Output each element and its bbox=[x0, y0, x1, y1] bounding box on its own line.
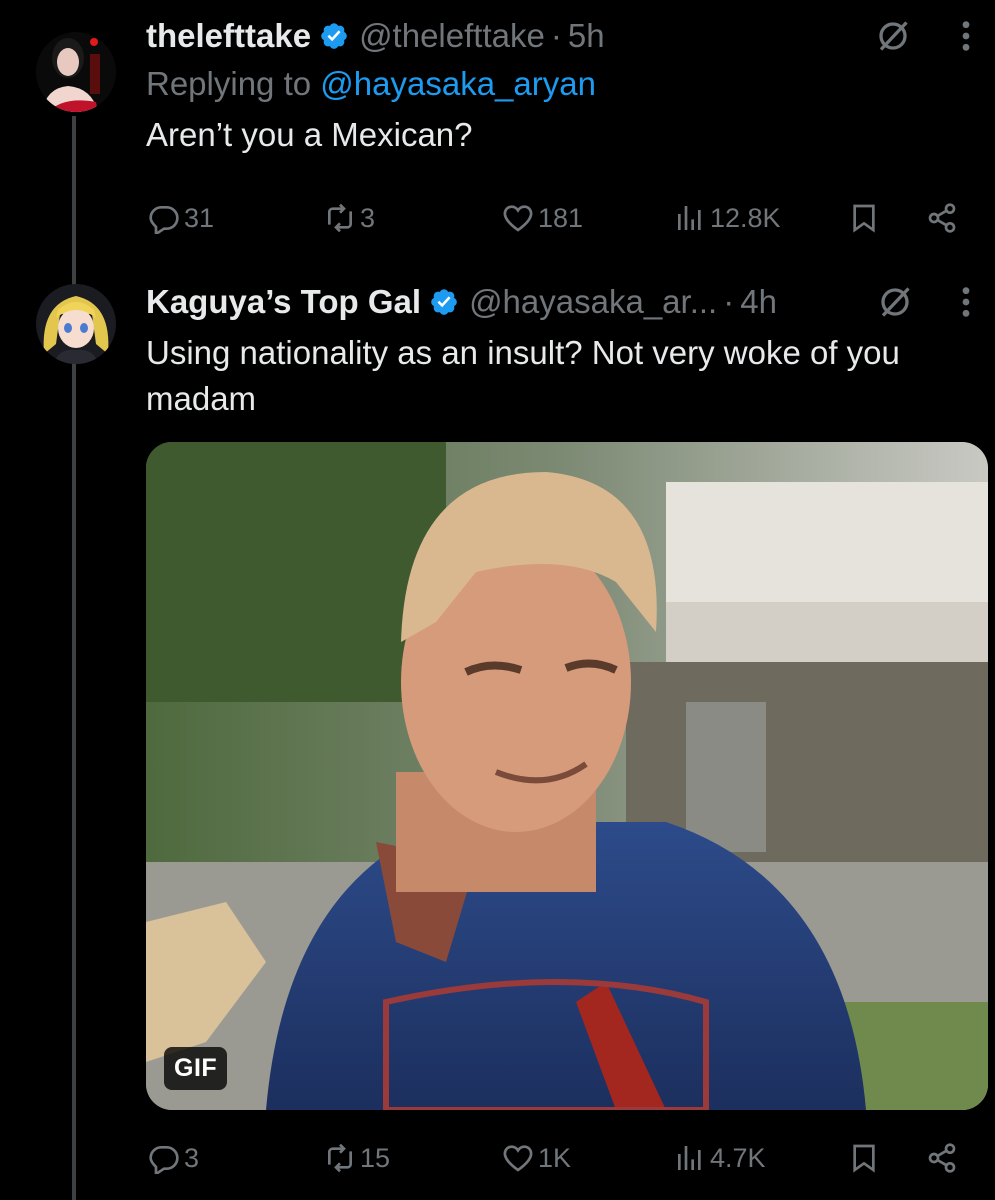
avatar-thelefttake[interactable] bbox=[36, 32, 116, 112]
timestamp[interactable]: 4h bbox=[740, 283, 777, 321]
avatar-image bbox=[36, 284, 116, 364]
tweet-1: thelefttake @thelefttake · 5h Replying t… bbox=[146, 14, 975, 158]
heart-icon bbox=[503, 1145, 533, 1172]
bookmark-icon bbox=[853, 1144, 875, 1173]
bookmark-button[interactable] bbox=[848, 1136, 884, 1180]
heart-icon bbox=[503, 205, 533, 232]
verified-badge-icon bbox=[431, 289, 457, 315]
reply-bubble-icon bbox=[149, 1146, 179, 1174]
tweet-text: Aren’t you a Mexican? bbox=[146, 116, 473, 153]
replying-to-mention[interactable]: @hayasaka_aryan bbox=[320, 65, 596, 102]
handle[interactable]: @thelefttake bbox=[359, 17, 545, 55]
views-button[interactable]: 12.8K bbox=[674, 196, 781, 240]
reply-bubble-icon bbox=[149, 206, 179, 234]
bookmark-icon bbox=[853, 204, 875, 233]
view-count: 12.8K bbox=[710, 202, 781, 233]
tweet-1-actions: 31 3 181 12.8K bbox=[146, 196, 975, 240]
like-button[interactable]: 1K bbox=[502, 1136, 571, 1180]
repost-button[interactable]: 15 bbox=[324, 1136, 390, 1180]
tweet-2-actions: 3 15 1K 4.7K bbox=[146, 1136, 975, 1180]
avatar-image bbox=[36, 32, 116, 112]
timestamp[interactable]: 5h bbox=[568, 17, 605, 55]
verified-badge-icon bbox=[321, 23, 347, 49]
gif-media[interactable]: GIF bbox=[146, 442, 988, 1110]
view-count: 4.7K bbox=[710, 1142, 766, 1173]
more-vertical-icon[interactable] bbox=[961, 285, 971, 319]
like-count: 181 bbox=[538, 202, 584, 233]
repost-button[interactable]: 3 bbox=[324, 196, 375, 240]
share-button[interactable] bbox=[926, 1136, 962, 1180]
views-bars-icon bbox=[678, 206, 701, 230]
more-vertical-icon[interactable] bbox=[961, 19, 971, 53]
share-icon bbox=[928, 203, 956, 233]
tweet-2-header: Kaguya’s Top Gal @hayasaka_ar... · 4h bbox=[146, 280, 975, 324]
bookmark-button[interactable] bbox=[848, 196, 884, 240]
separator-dot: · bbox=[550, 17, 562, 54]
like-count: 1K bbox=[538, 1142, 572, 1173]
display-name[interactable]: thelefttake bbox=[146, 17, 311, 55]
avatar-kaguyas-top-gal[interactable] bbox=[36, 284, 116, 364]
gif-image bbox=[146, 442, 988, 1110]
separator-dot: · bbox=[723, 283, 735, 320]
reply-button[interactable]: 3 bbox=[148, 1136, 199, 1180]
share-button[interactable] bbox=[926, 196, 962, 240]
like-button[interactable]: 181 bbox=[502, 196, 583, 240]
repost-count: 3 bbox=[360, 202, 376, 233]
repost-icon bbox=[328, 1143, 352, 1173]
views-button[interactable]: 4.7K bbox=[674, 1136, 766, 1180]
grok-icon[interactable] bbox=[877, 284, 913, 320]
thread-line bbox=[72, 116, 76, 1200]
replying-to: Replying to @hayasaka_aryan bbox=[146, 62, 975, 106]
repost-count: 15 bbox=[360, 1142, 391, 1173]
handle[interactable]: @hayasaka_ar... bbox=[469, 283, 717, 321]
share-icon bbox=[928, 1143, 956, 1173]
tweet-2: Kaguya’s Top Gal @hayasaka_ar... · 4h Us… bbox=[146, 280, 975, 422]
repost-icon bbox=[328, 203, 352, 233]
replying-to-label: Replying to bbox=[146, 65, 312, 102]
reply-count: 3 bbox=[184, 1142, 200, 1173]
grok-icon[interactable] bbox=[875, 18, 911, 54]
reply-count: 31 bbox=[184, 202, 215, 233]
tweet-text: Using nationality as an insult? Not very… bbox=[146, 334, 900, 417]
gif-badge: GIF bbox=[164, 1047, 228, 1090]
tweet-1-header: thelefttake @thelefttake · 5h bbox=[146, 14, 975, 58]
display-name[interactable]: Kaguya’s Top Gal bbox=[146, 283, 421, 321]
views-bars-icon bbox=[678, 1146, 701, 1170]
reply-button[interactable]: 31 bbox=[148, 196, 214, 240]
